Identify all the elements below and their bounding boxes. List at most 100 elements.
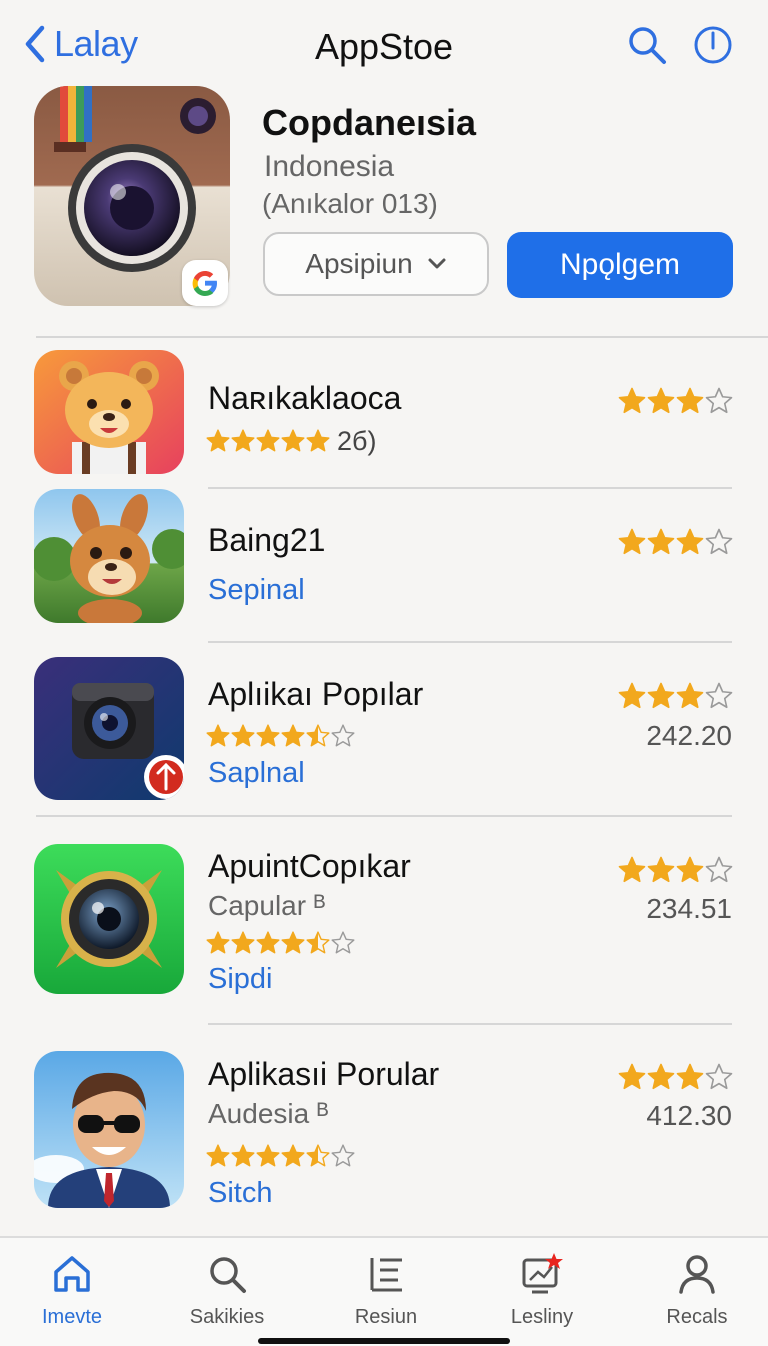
left-rating: 2б) bbox=[206, 426, 377, 456]
star-icon bbox=[647, 387, 675, 414]
app-category-link[interactable]: Sipdi bbox=[208, 963, 273, 996]
tab-label: Imevte bbox=[41, 1306, 103, 1328]
featured-app-country: Indonesia bbox=[264, 150, 395, 183]
star-icon bbox=[331, 931, 355, 954]
star-icon bbox=[281, 931, 305, 954]
tab-label: Recals bbox=[666, 1306, 728, 1328]
tab-label: Sakikies bbox=[189, 1306, 265, 1328]
left-rating bbox=[206, 1143, 356, 1169]
divider bbox=[208, 487, 732, 489]
profile-icon bbox=[679, 1255, 715, 1294]
star-icon bbox=[705, 528, 733, 555]
left-rating bbox=[206, 930, 356, 956]
star-icon bbox=[281, 1144, 305, 1167]
divider bbox=[36, 336, 768, 338]
tab-list[interactable]: Resiun bbox=[321, 1252, 451, 1329]
star-icon bbox=[676, 1063, 704, 1090]
chevron-down-icon bbox=[428, 258, 446, 269]
app-category-link[interactable]: Sepinal bbox=[208, 574, 305, 607]
search-icon bbox=[210, 1257, 246, 1293]
app-category-link[interactable]: Sitch bbox=[208, 1177, 272, 1210]
star-icon bbox=[256, 429, 280, 452]
app-subtitle: Capular ᴮ bbox=[208, 890, 326, 921]
star-icon bbox=[206, 1144, 230, 1167]
search-icon[interactable] bbox=[626, 24, 668, 66]
star-icon bbox=[676, 387, 704, 414]
tab-home[interactable]: Imevte bbox=[7, 1252, 137, 1329]
star-icon bbox=[231, 1144, 255, 1167]
info-icon[interactable] bbox=[692, 24, 734, 66]
tab-search[interactable]: Sakikies bbox=[162, 1252, 292, 1329]
star-icon bbox=[256, 1144, 280, 1167]
star-icon bbox=[705, 387, 733, 414]
tab-updates[interactable]: Lesliny bbox=[477, 1252, 607, 1329]
app-icon-avatar-man[interactable] bbox=[34, 1051, 184, 1208]
app-name: Naʀıkaklaoca bbox=[208, 380, 402, 416]
left-rating bbox=[206, 723, 356, 749]
star-icon bbox=[256, 931, 280, 954]
star-icon bbox=[705, 682, 733, 709]
home-indicator bbox=[258, 1338, 510, 1344]
tab-label: Lesliny bbox=[510, 1306, 574, 1328]
app-price: 234.51 bbox=[646, 893, 732, 924]
star-icon bbox=[676, 682, 704, 709]
star-icon bbox=[618, 387, 646, 414]
star-icon bbox=[306, 931, 330, 954]
tab-label: Resiun bbox=[354, 1306, 418, 1328]
app-subtitle: Audesia ᴮ bbox=[208, 1098, 329, 1129]
list-icon bbox=[370, 1258, 402, 1292]
divider bbox=[36, 815, 732, 817]
star-icon bbox=[206, 429, 230, 452]
rating-count: 2б) bbox=[337, 426, 377, 456]
updates-icon bbox=[522, 1253, 563, 1294]
right-rating bbox=[618, 681, 734, 711]
star-icon bbox=[231, 724, 255, 747]
app-category-link[interactable]: Saplnal bbox=[208, 757, 305, 790]
star-icon bbox=[647, 682, 675, 709]
star-icon bbox=[331, 1144, 355, 1167]
divider bbox=[208, 1023, 732, 1025]
star-icon bbox=[618, 1063, 646, 1090]
right-rating bbox=[618, 527, 734, 557]
star-icon bbox=[206, 931, 230, 954]
dropdown-label: Apsipiun bbox=[305, 248, 413, 279]
star-icon bbox=[306, 429, 330, 452]
star-icon bbox=[705, 856, 733, 883]
options-dropdown[interactable]: Apsipiun bbox=[263, 232, 489, 296]
app-name: Baing21 bbox=[208, 522, 326, 558]
star-icon bbox=[206, 724, 230, 747]
star-icon bbox=[618, 528, 646, 555]
star-icon bbox=[647, 856, 675, 883]
app-icon-bear[interactable] bbox=[34, 350, 184, 474]
app-name: Aplıikaı Popılar bbox=[208, 676, 424, 712]
right-rating bbox=[618, 1062, 734, 1092]
app-price: 242.20 bbox=[646, 720, 732, 751]
star-icon bbox=[647, 1063, 675, 1090]
divider bbox=[208, 641, 732, 643]
home-icon bbox=[54, 1256, 90, 1292]
app-name: ApuintCopıkar bbox=[208, 848, 411, 884]
star-icon bbox=[306, 1144, 330, 1167]
featured-app-name: Copdaneısia bbox=[262, 102, 477, 143]
google-badge-icon bbox=[182, 260, 228, 306]
star-icon bbox=[647, 528, 675, 555]
star-icon bbox=[676, 856, 704, 883]
app-icon-camera-dark[interactable] bbox=[34, 657, 184, 800]
right-rating bbox=[618, 386, 734, 416]
star-icon bbox=[618, 856, 646, 883]
get-button[interactable]: Npǫlgem bbox=[507, 232, 733, 298]
app-name: Aplikasıi Porular bbox=[208, 1056, 440, 1092]
star-icon bbox=[331, 724, 355, 747]
star-icon bbox=[231, 429, 255, 452]
star-icon bbox=[281, 429, 305, 452]
star-icon bbox=[281, 724, 305, 747]
app-icon-squirrel[interactable] bbox=[34, 489, 184, 623]
featured-app-meta: (Anıkalor 013) bbox=[262, 188, 438, 219]
app-price: 412.30 bbox=[646, 1100, 732, 1131]
tab-profile[interactable]: Recals bbox=[632, 1252, 762, 1329]
star-icon bbox=[676, 528, 704, 555]
app-icon-lens-green[interactable] bbox=[34, 844, 184, 994]
star-icon bbox=[705, 1063, 733, 1090]
star-icon bbox=[306, 724, 330, 747]
star-icon bbox=[256, 724, 280, 747]
